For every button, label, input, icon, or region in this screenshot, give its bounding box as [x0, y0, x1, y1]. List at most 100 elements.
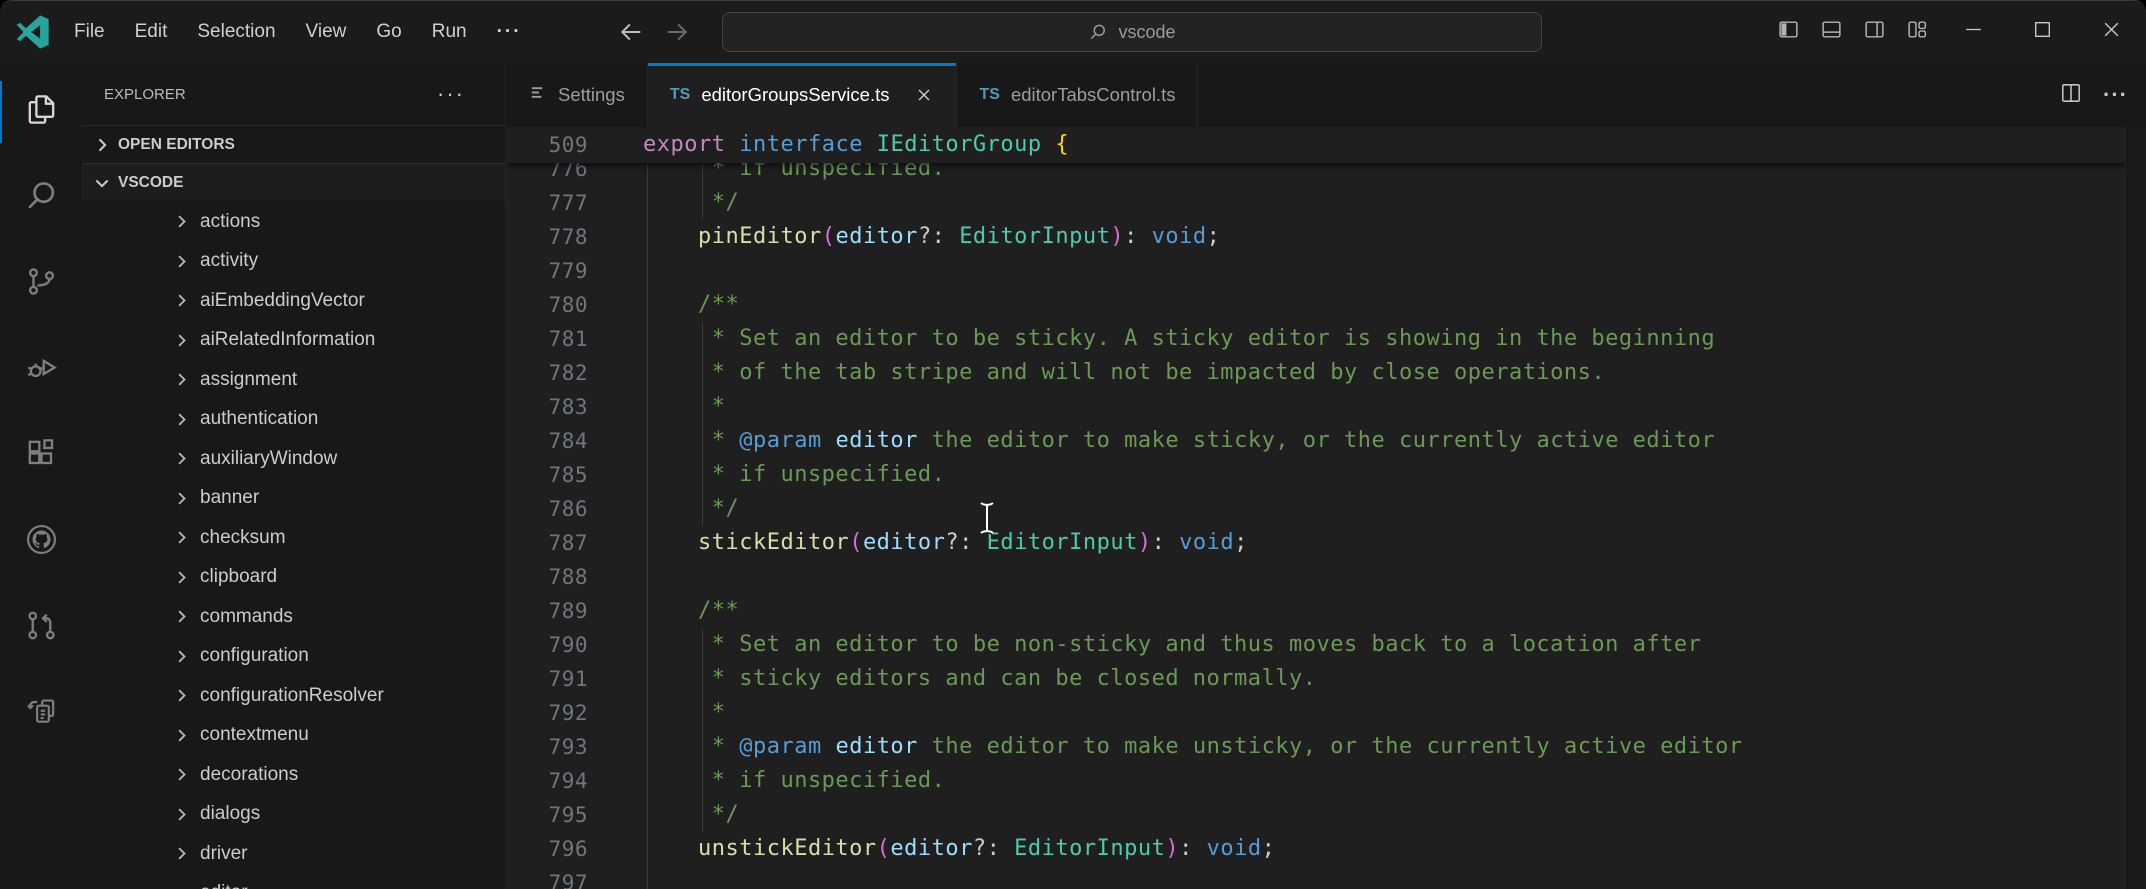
code-line-781[interactable]: 781 * Set an editor to be sticky. A stic… — [506, 322, 2127, 356]
line-number[interactable]: 787 — [506, 526, 610, 560]
line-number[interactable]: 784 — [506, 424, 610, 458]
tree-item-banner[interactable]: banner — [82, 479, 505, 519]
code-area[interactable]: 776 * if unspecified.777 */778 pinEditor… — [506, 127, 2127, 889]
code-line-779[interactable]: 779 — [506, 254, 2127, 288]
tree-item-driver[interactable]: driver — [82, 834, 505, 874]
tree-item-dialogs[interactable]: dialogs — [82, 795, 505, 835]
search-input[interactable]: vscode — [722, 12, 1542, 52]
token: * — [643, 734, 739, 759]
tab-editorTabsControl.ts[interactable]: TSeditorTabsControl.ts — [957, 63, 1198, 127]
toggle-secondary-sidebar-button[interactable] — [1853, 1, 1896, 63]
activitybar-pull-requests[interactable] — [0, 585, 82, 671]
tree-item-authentication[interactable]: authentication — [82, 400, 505, 440]
minimize-button[interactable] — [1939, 1, 2008, 63]
line-number[interactable]: 797 — [506, 866, 610, 889]
menu-file[interactable]: File — [59, 1, 120, 63]
token: void — [1207, 836, 1262, 861]
code-line-790[interactable]: 790 * Set an editor to be non-sticky and… — [506, 628, 2127, 662]
activitybar-github[interactable] — [0, 499, 82, 585]
split-editor-icon[interactable] — [2059, 81, 2083, 110]
tab-Settings[interactable]: Settings — [506, 63, 648, 127]
tree-item-checksum[interactable]: checksum — [82, 518, 505, 558]
code-line-785[interactable]: 785 * if unspecified. — [506, 458, 2127, 492]
code-line-787[interactable]: 787 stickEditor(editor?: EditorInput): v… — [506, 526, 2127, 560]
activitybar-run-debug[interactable] — [0, 327, 82, 413]
sticky-line-number[interactable]: 509 — [506, 127, 610, 163]
line-number[interactable]: 794 — [506, 764, 610, 798]
line-number[interactable]: 790 — [506, 628, 610, 662]
code-line-795[interactable]: 795 */ — [506, 798, 2127, 832]
toggle-primary-sidebar-button[interactable] — [1767, 1, 1810, 63]
line-number[interactable]: 789 — [506, 594, 610, 628]
close-button[interactable] — [2077, 1, 2146, 63]
tree-item-actions[interactable]: actions — [82, 202, 505, 242]
activitybar-extensions[interactable] — [0, 413, 82, 499]
line-number[interactable]: 780 — [506, 288, 610, 322]
code-line-794[interactable]: 794 * if unspecified. — [506, 764, 2127, 798]
code-line-778[interactable]: 778 pinEditor(editor?: EditorInput): voi… — [506, 220, 2127, 254]
line-number[interactable]: 778 — [506, 220, 610, 254]
code-line-791[interactable]: 791 * sticky editors and can be closed n… — [506, 662, 2127, 696]
menu-view[interactable]: View — [291, 1, 362, 63]
toggle-panel-button[interactable] — [1810, 1, 1853, 63]
tree-item-configurationResolver[interactable]: configurationResolver — [82, 676, 505, 716]
code-line-786[interactable]: 786 */ — [506, 492, 2127, 526]
line-number[interactable]: 779 — [506, 254, 610, 288]
code-line-796[interactable]: 796 unstickEditor(editor?: EditorInput):… — [506, 832, 2127, 866]
tree-item-auxiliaryWindow[interactable]: auxiliaryWindow — [82, 439, 505, 479]
line-number[interactable]: 791 — [506, 662, 610, 696]
activitybar-explorer[interactable] — [0, 69, 82, 155]
code-line-793[interactable]: 793 * @param editor the editor to make u… — [506, 730, 2127, 764]
code-line-797[interactable]: 797 — [506, 866, 2127, 889]
line-number[interactable]: 796 — [506, 832, 610, 866]
code-line-780[interactable]: 780 /** — [506, 288, 2127, 322]
code-line-788[interactable]: 788 — [506, 560, 2127, 594]
tree-item-editor[interactable]: editor — [82, 874, 505, 889]
go-forward-icon[interactable] — [663, 18, 691, 46]
line-number[interactable]: 793 — [506, 730, 610, 764]
line-number[interactable]: 785 — [506, 458, 610, 492]
activitybar-search[interactable] — [0, 155, 82, 241]
line-number[interactable]: 795 — [506, 798, 610, 832]
menu-edit[interactable]: Edit — [120, 1, 183, 63]
close-tab-icon[interactable] — [914, 85, 934, 105]
code-line-789[interactable]: 789 /** — [506, 594, 2127, 628]
line-number[interactable]: 781 — [506, 322, 610, 356]
line-number[interactable]: 783 — [506, 390, 610, 424]
line-number[interactable]: 777 — [506, 186, 610, 220]
code-line-777[interactable]: 777 */ — [506, 186, 2127, 220]
activitybar-source-control[interactable] — [0, 241, 82, 327]
tree-item-aiEmbeddingVector[interactable]: aiEmbeddingVector — [82, 281, 505, 321]
menu-overflow-icon[interactable]: ··· — [482, 1, 537, 63]
menu-selection[interactable]: Selection — [182, 1, 290, 63]
explorer-more-actions-icon[interactable]: ··· — [437, 81, 465, 107]
line-number[interactable]: 792 — [506, 696, 610, 730]
code-line-784[interactable]: 784 * @param editor the editor to make s… — [506, 424, 2127, 458]
tree-item-clipboard[interactable]: clipboard — [82, 558, 505, 598]
line-number[interactable]: 782 — [506, 356, 610, 390]
tree-item-assignment[interactable]: assignment — [82, 360, 505, 400]
menu-run[interactable]: Run — [417, 1, 482, 63]
line-number[interactable]: 786 — [506, 492, 610, 526]
section-open-editors[interactable]: OPEN EDITORS — [82, 125, 505, 163]
section-vscode[interactable]: VSCODE — [82, 163, 505, 201]
code-line-782[interactable]: 782 * of the tab stripe and will not be … — [506, 356, 2127, 390]
tree-item-activity[interactable]: activity — [82, 242, 505, 282]
code-line-783[interactable]: 783 * — [506, 390, 2127, 424]
code-line-792[interactable]: 792 * — [506, 696, 2127, 730]
tree-item-configuration[interactable]: configuration — [82, 637, 505, 677]
scrollbar[interactable] — [2127, 127, 2146, 889]
tree-item-commands[interactable]: commands — [82, 597, 505, 637]
tree-item-aiRelatedInformation[interactable]: aiRelatedInformation — [82, 321, 505, 361]
customize-layout-button[interactable] — [1896, 1, 1939, 63]
sticky-scroll[interactable]: 509export interface IEditorGroup { — [506, 127, 2127, 163]
tree-item-decorations[interactable]: decorations — [82, 755, 505, 795]
tab-editorGroupsService.ts[interactable]: TSeditorGroupsService.ts — [648, 63, 958, 127]
menu-go[interactable]: Go — [361, 1, 416, 63]
go-back-icon[interactable] — [617, 18, 645, 46]
more-actions-icon[interactable]: ··· — [2103, 82, 2128, 108]
activitybar-github-actions[interactable] — [0, 671, 82, 757]
tree-item-contextmenu[interactable]: contextmenu — [82, 716, 505, 756]
maximize-button[interactable] — [2008, 1, 2077, 63]
line-number[interactable]: 788 — [506, 560, 610, 594]
